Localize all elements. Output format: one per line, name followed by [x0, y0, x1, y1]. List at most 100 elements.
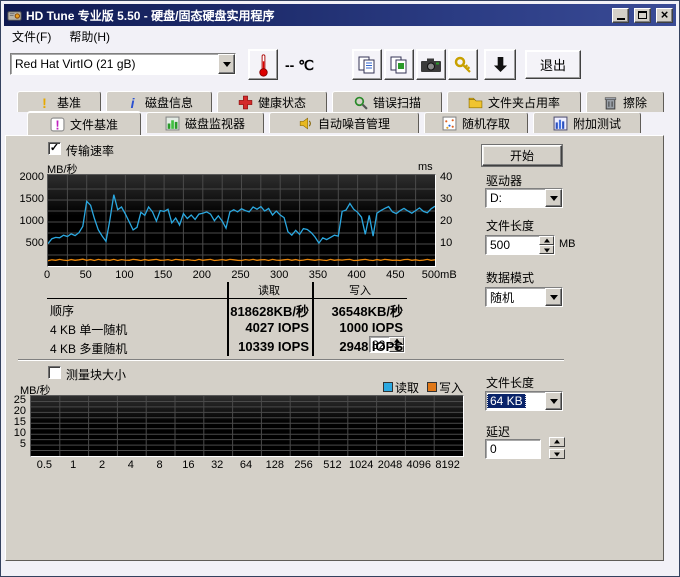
- screenshot-button[interactable]: [416, 49, 446, 80]
- file-length-arrows[interactable]: [539, 236, 554, 254]
- tab-benchmark[interactable]: ! 基准: [17, 91, 101, 112]
- menu-item[interactable]: 帮助(H): [69, 28, 110, 45]
- row-label-4k-multi: 4 KB 多重随机: [50, 340, 127, 357]
- axis-tick: 0.5: [37, 459, 52, 471]
- maximize-icon: [638, 11, 647, 19]
- file-benchmark-panel: ✓ 传输速率 MB/秒 ms 读取 写入 顺序 818628KB/秒 36548…: [5, 135, 664, 561]
- spin-down-icon[interactable]: [539, 245, 554, 254]
- title-bar: HD Tune 专业版 5.50 - 硬盘/固态硬盘实用程序 ×: [4, 4, 676, 26]
- block-size-checkbox[interactable]: [48, 366, 61, 379]
- spin-down-icon[interactable]: [549, 449, 565, 459]
- axis-tick: 500mB: [422, 269, 457, 281]
- temperature-value: -- ℃: [285, 57, 314, 74]
- axis-tick: 2048: [378, 459, 402, 471]
- menu-item[interactable]: 文件(F): [12, 28, 51, 45]
- data-mode-select[interactable]: 随机: [485, 287, 563, 307]
- axis-tick: 200: [193, 269, 211, 281]
- window-title: HD Tune 专业版 5.50 - 硬盘/固态硬盘实用程序: [26, 7, 607, 24]
- tab-label: 基准: [57, 94, 81, 111]
- tab-disk-info[interactable]: i磁盘信息: [106, 91, 212, 112]
- tab-extra-tests[interactable]: 附加测试: [533, 112, 641, 133]
- tab-folder-usage[interactable]: 文件夹占用率: [447, 91, 581, 112]
- drive-select-arrow[interactable]: [218, 54, 235, 74]
- axis-tick: 400: [347, 269, 365, 281]
- close-icon: ×: [661, 8, 669, 21]
- axis-tick: 450: [386, 269, 404, 281]
- axis-tick: 350: [309, 269, 327, 281]
- axis-tick: 150: [154, 269, 172, 281]
- tab-error-scan[interactable]: 错误扫描: [332, 91, 442, 112]
- disk-monitor-icon: [165, 116, 180, 131]
- copy-image-button[interactable]: [384, 49, 414, 80]
- tab-label: 健康状态: [258, 94, 306, 111]
- block-file-length-value: 64 KB: [486, 394, 545, 408]
- legend-read: 读取: [383, 379, 419, 396]
- start-button[interactable]: 开始: [482, 145, 562, 166]
- block-file-length-arrow[interactable]: [545, 392, 562, 410]
- temperature-button[interactable]: [248, 49, 278, 80]
- svg-text:!: !: [42, 95, 47, 110]
- spin-up-icon[interactable]: [549, 437, 565, 447]
- block-file-length-select[interactable]: 64 KB: [485, 391, 563, 411]
- error-scan-icon: [353, 95, 368, 110]
- axis-tick: 1: [70, 459, 76, 471]
- 4k-single-write-value: 1000 IOPS: [317, 320, 403, 335]
- health-icon: [238, 95, 253, 110]
- delay-input[interactable]: 0: [485, 439, 541, 459]
- transfer-rate-checkbox[interactable]: ✓: [48, 142, 61, 155]
- tab-noise-management[interactable]: 自动噪音管理: [269, 112, 419, 133]
- axis-tick: 512: [323, 459, 341, 471]
- delay-arrows[interactable]: [549, 437, 565, 459]
- y-axis-right-title: ms: [418, 161, 433, 173]
- axis-tick: 250: [231, 269, 249, 281]
- down-arrow-icon: [493, 55, 508, 74]
- exit-button[interactable]: 退出: [525, 50, 581, 79]
- file-length-unit: MB: [559, 238, 576, 250]
- close-button[interactable]: ×: [656, 8, 673, 23]
- camera-icon: [420, 57, 442, 73]
- copy-text-button[interactable]: [352, 49, 382, 80]
- benchmark-icon: !: [37, 95, 52, 110]
- minimize-button[interactable]: [612, 8, 629, 23]
- axis-tick: 8192: [435, 459, 459, 471]
- tab-file-benchmark[interactable]: !文件基准: [27, 112, 141, 135]
- tab-random-access[interactable]: 随机存取: [424, 112, 528, 133]
- read-swatch-icon: [383, 382, 393, 392]
- app-icon: [7, 8, 22, 23]
- 4k-single-read-value: 4027 IOPS: [229, 320, 309, 335]
- data-mode-arrow[interactable]: [545, 288, 562, 306]
- axis-tick: 500: [16, 237, 44, 249]
- axis-tick: 8: [157, 459, 163, 471]
- legend-write: 写入: [427, 379, 463, 396]
- save-results-button[interactable]: [484, 49, 516, 80]
- exit-button-label: 退出: [540, 55, 566, 74]
- delay-label: 延迟: [486, 423, 510, 440]
- axis-tick: 50: [80, 269, 92, 281]
- tab-label: 错误扫描: [373, 94, 421, 111]
- write-swatch-icon: [427, 382, 437, 392]
- tab-health[interactable]: 健康状态: [217, 91, 327, 112]
- spin-up-icon[interactable]: [539, 236, 554, 245]
- tab-label: 擦除: [623, 94, 647, 111]
- folder-usage-icon: [468, 95, 483, 110]
- 4k-multi-read-value: 10339 IOPS: [229, 339, 309, 354]
- tab-disk-monitor[interactable]: 磁盘监视器: [146, 112, 264, 133]
- keys-icon: [453, 55, 473, 75]
- tab-erase[interactable]: 擦除: [586, 91, 664, 112]
- axis-tick: 1024: [349, 459, 373, 471]
- maximize-button[interactable]: [634, 8, 651, 23]
- axis-tick: 2000: [16, 171, 44, 183]
- file-length-spinner[interactable]: 500: [485, 235, 555, 255]
- 4k-multi-write-value: 2948 IOPS: [317, 339, 403, 354]
- read-column-header: 读取: [229, 282, 309, 298]
- block-size-chart: [30, 395, 464, 457]
- file-benchmark-icon: !: [50, 117, 65, 132]
- target-drive-select[interactable]: D:: [485, 188, 563, 208]
- file-length2-label: 文件长度: [486, 374, 534, 391]
- drive-select[interactable]: Red Hat VirtIO (21 gB): [10, 53, 236, 75]
- target-drive-arrow[interactable]: [545, 189, 562, 207]
- thermometer-icon: [257, 52, 270, 78]
- sequential-write-value: 36548KB/秒: [317, 301, 403, 320]
- keys-button[interactable]: [448, 49, 478, 80]
- table-header-line: [47, 298, 407, 299]
